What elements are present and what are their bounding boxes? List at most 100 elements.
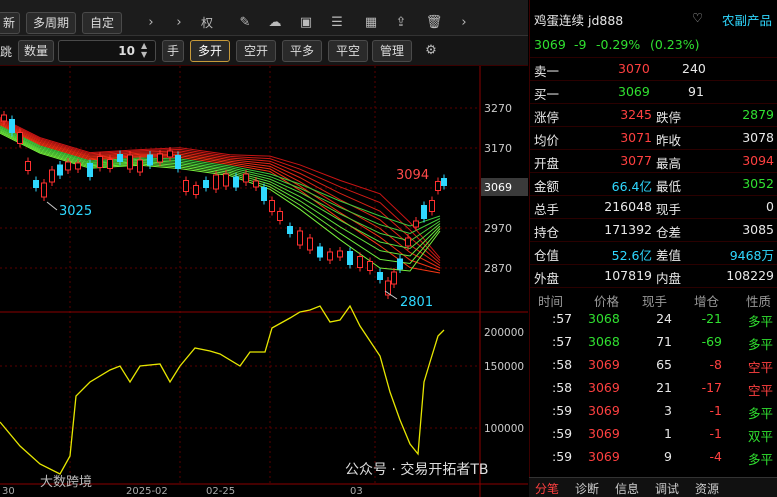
bid-volume: 91 — [688, 84, 704, 99]
ma-ribbon-line — [0, 120, 441, 266]
stat-value: 3245 — [620, 107, 652, 122]
chevron-right-icon[interactable]: › — [455, 13, 473, 33]
stat-label: 开盘 — [534, 156, 560, 171]
candle — [157, 153, 163, 163]
trade-vol: 1 — [664, 426, 672, 441]
candle — [183, 180, 189, 192]
stat-value: 52.6亿 — [611, 248, 652, 263]
candle — [405, 237, 411, 247]
adjust-right-button[interactable]: 权 — [198, 13, 216, 33]
trade-time: :57 — [552, 311, 573, 326]
candle — [317, 246, 323, 258]
top-toolbar: 新 多周期 自定 › › 权 ✎ ☁ ▣ ☰ ▦ ⇪ 🗑 › — [0, 0, 528, 36]
image-icon[interactable]: ▣ — [297, 13, 315, 33]
trade-price: 3068 — [588, 311, 620, 326]
share-icon[interactable]: ⇪ — [392, 13, 410, 33]
trade-vol: 71 — [656, 334, 672, 349]
qty-label: 数量 — [18, 40, 54, 62]
bid-price: 3069 — [618, 84, 650, 99]
stat-value: 171392 — [604, 222, 652, 237]
gear-icon[interactable]: ⚙ — [422, 41, 440, 61]
candle — [127, 154, 133, 170]
trade-type: 空平 — [748, 360, 774, 375]
date-tick: 02-25 — [206, 486, 235, 497]
stat-value: 9468万 — [729, 248, 774, 263]
candle — [1, 114, 7, 122]
manage-button[interactable]: 管理 — [372, 40, 412, 62]
stepper-arrows-icon[interactable]: ▲ ▼ — [141, 41, 147, 59]
trade-row[interactable]: :57 3068 71 -69 多平 — [530, 331, 777, 354]
category-label[interactable]: 农副产品 — [722, 10, 772, 29]
price-tick: 3170 — [484, 142, 512, 155]
heart-icon[interactable]: ♡ — [692, 10, 703, 25]
trade-oi: -17 — [701, 380, 722, 395]
trash-icon[interactable]: 🗑 — [425, 13, 443, 33]
trade-row[interactable]: :59 3069 3 -1 多平 — [530, 400, 777, 423]
stat-value: 3085 — [742, 222, 774, 237]
contract-name: 鸡蛋连续 jd888 — [534, 13, 624, 28]
calc-icon[interactable]: ▦ — [362, 13, 380, 33]
bid-row[interactable]: 买一 3069 91 — [530, 81, 777, 104]
stat-row: 外盘 107819 内盘 108229 — [530, 265, 777, 288]
trade-price: 3069 — [588, 403, 620, 418]
stat-value: 0 — [766, 199, 774, 214]
ma-ribbon-line — [0, 130, 441, 257]
volume-tick: 100000 — [484, 423, 524, 435]
close-long-button[interactable]: 平多 — [282, 40, 322, 62]
stat-row: 总手 216048 现手 0 — [530, 196, 777, 219]
custom-button[interactable]: 自定 — [82, 12, 122, 34]
stat-label: 最高 — [656, 156, 682, 171]
tab-debug[interactable]: 调试 — [655, 480, 679, 497]
trade-vol: 9 — [664, 449, 672, 464]
candle — [243, 173, 249, 183]
candle — [357, 256, 363, 268]
settings-icon[interactable]: ☰ — [328, 13, 346, 33]
trade-row[interactable]: :58 3069 65 -8 空平 — [530, 354, 777, 377]
trade-oi: -4 — [709, 449, 722, 464]
trade-time: :58 — [552, 357, 573, 372]
trade-time: :59 — [552, 403, 573, 418]
close-short-button[interactable]: 平空 — [328, 40, 368, 62]
trade-vol: 3 — [664, 403, 672, 418]
candle — [269, 200, 275, 212]
candle — [287, 226, 293, 234]
tab-resource[interactable]: 资源 — [695, 480, 719, 497]
change-pct: -0.29% — [596, 37, 641, 52]
pen-icon[interactable]: ✎ — [236, 13, 254, 33]
trade-type: 多平 — [748, 452, 774, 467]
price-tick: 2870 — [484, 262, 512, 275]
price-tick: 2970 — [484, 222, 512, 235]
new-button[interactable]: 新 — [0, 12, 20, 34]
trade-time: :58 — [552, 380, 573, 395]
candle — [391, 271, 397, 285]
open-short-button[interactable]: 空开 — [236, 40, 276, 62]
trade-row[interactable]: :57 3068 24 -21 多平 — [530, 308, 777, 331]
volume-tick: 200000 — [484, 327, 524, 339]
trade-row[interactable]: :59 3069 9 -4 多平 — [530, 446, 777, 469]
watermark-left: 大数跨境 — [40, 475, 92, 490]
stat-label: 跌停 — [656, 110, 682, 125]
tab-info[interactable]: 信息 — [615, 480, 639, 497]
ask-row[interactable]: 卖一 3070 240 — [530, 58, 777, 81]
high-label: 3094 — [396, 168, 429, 183]
kline-chart[interactable]: 3069 3270 3170 2970 2870 200000 150000 1… — [0, 66, 528, 497]
trade-row[interactable]: :59 3069 1 -1 双平 — [530, 423, 777, 446]
open-long-button[interactable]: 多开 — [190, 40, 230, 62]
tab-ticks[interactable]: 分笔 — [535, 480, 559, 497]
unit-button[interactable]: 手 — [162, 40, 184, 62]
chevron-right-icon[interactable]: › — [170, 13, 188, 33]
stat-value: 66.4亿 — [611, 179, 652, 194]
trade-oi: -8 — [709, 357, 722, 372]
jump-label: 跳 — [0, 45, 13, 59]
cloud-icon[interactable]: ☁ — [266, 13, 284, 33]
tab-diagnose[interactable]: 诊断 — [575, 480, 599, 497]
bottom-tabs: 分笔 诊断 信息 调试 资源 — [529, 477, 777, 497]
chevron-right-icon[interactable]: › — [142, 13, 160, 33]
candle — [97, 156, 103, 168]
stat-label: 仓差 — [656, 225, 682, 240]
stat-label: 最低 — [656, 179, 682, 194]
candle — [233, 176, 239, 188]
trade-oi: -21 — [701, 311, 722, 326]
trade-row[interactable]: :58 3069 21 -17 空平 — [530, 377, 777, 400]
multi-period-button[interactable]: 多周期 — [26, 12, 76, 34]
